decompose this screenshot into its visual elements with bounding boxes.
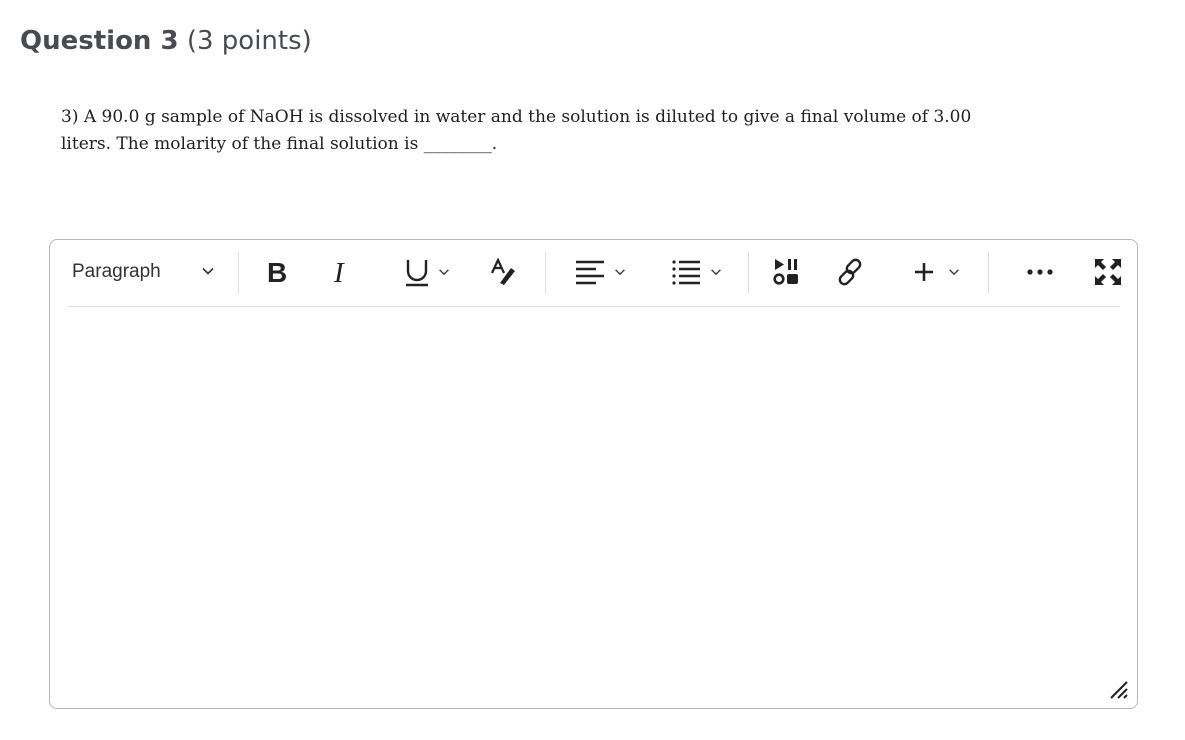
chevron-down-icon — [613, 265, 627, 279]
more-actions-button[interactable] — [1020, 252, 1060, 292]
text-style-button[interactable] — [484, 252, 524, 292]
bulleted-list-icon — [671, 258, 701, 286]
toolbar-divider — [545, 252, 546, 294]
chevron-down-icon — [709, 265, 723, 279]
underline-icon — [403, 256, 431, 288]
question-points: (3 points) — [186, 26, 312, 56]
underline-button[interactable] — [396, 252, 458, 292]
bold-button[interactable]: B — [260, 252, 296, 292]
answer-editor[interactable]: Paragraph B I — [49, 239, 1138, 709]
svg-text:B: B — [267, 258, 287, 286]
link-icon — [836, 257, 866, 287]
insert-link-button[interactable] — [832, 252, 870, 292]
question-title: Question 3 — [20, 26, 179, 56]
toolbar-divider — [748, 252, 749, 294]
text-color-icon — [489, 257, 519, 287]
chevron-down-icon — [947, 265, 961, 279]
paragraph-format-select[interactable]: Paragraph — [72, 252, 222, 292]
svg-text:I: I — [333, 258, 345, 286]
italic-button[interactable]: I — [326, 252, 358, 292]
bold-icon: B — [265, 258, 291, 286]
more-icon — [1025, 267, 1055, 277]
chevron-down-icon — [437, 265, 451, 279]
align-left-icon — [575, 258, 605, 286]
editor-toolbar: Paragraph B I — [68, 240, 1121, 307]
insert-stuff-button[interactable] — [904, 252, 970, 292]
question-text: 3) A 90.0 g sample of NaOH is dissolved … — [61, 107, 972, 154]
question-header: Question 3 (3 points) — [20, 26, 312, 56]
toolbar-divider — [988, 252, 989, 294]
chevron-down-icon — [200, 263, 216, 279]
insert-media-icon — [771, 257, 801, 287]
list-button[interactable] — [664, 252, 730, 292]
align-button[interactable] — [568, 252, 634, 292]
italic-icon: I — [332, 258, 352, 286]
fullscreen-button[interactable] — [1088, 252, 1128, 292]
editor-content-area[interactable] — [68, 310, 1120, 690]
fullscreen-icon — [1093, 257, 1123, 287]
insert-media-button[interactable] — [768, 252, 804, 292]
plus-icon — [913, 261, 935, 283]
format-select-value: Paragraph — [72, 261, 161, 282]
toolbar-divider — [238, 252, 239, 294]
resize-handle-icon[interactable] — [1107, 678, 1129, 700]
